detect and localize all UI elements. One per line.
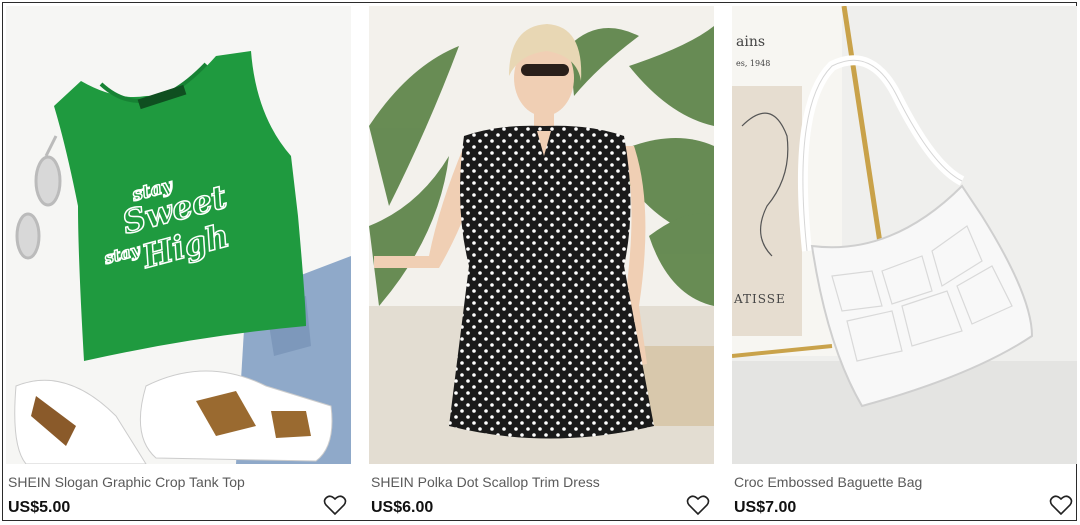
bag-image[interactable]: ains es, 1948 ATISSE — [732, 6, 1077, 464]
heart-outline-icon[interactable] — [323, 494, 347, 516]
product-card-tank-top[interactable]: stay Sweet stay High SHEIN Slogan Graphi… — [6, 6, 351, 520]
product-title[interactable]: SHEIN Slogan Graphic Crop Tank Top — [8, 474, 245, 490]
product-grid: stay Sweet stay High SHEIN Slogan Graphi… — [2, 2, 1077, 521]
product-price: US$5.00 — [8, 499, 71, 516]
poster-date: es, 1948 — [736, 59, 770, 68]
product-price: US$6.00 — [371, 499, 434, 516]
product-card-dress[interactable]: SHEIN Polka Dot Scallop Trim Dress US$6.… — [369, 6, 714, 520]
dress-image[interactable] — [369, 6, 714, 464]
product-title[interactable]: SHEIN Polka Dot Scallop Trim Dress — [371, 474, 600, 490]
product-price: US$7.00 — [734, 499, 797, 516]
heart-outline-icon[interactable] — [1049, 494, 1073, 516]
product-card-bag[interactable]: ains es, 1948 ATISSE Croc Embossed Bague… — [732, 6, 1077, 520]
product-title[interactable]: Croc Embossed Baguette Bag — [734, 474, 922, 490]
heart-outline-icon[interactable] — [686, 494, 710, 516]
tank-top-image[interactable]: stay Sweet stay High — [6, 6, 351, 464]
poster-artist: ATISSE — [733, 292, 786, 306]
poster-title: ains — [736, 34, 765, 50]
